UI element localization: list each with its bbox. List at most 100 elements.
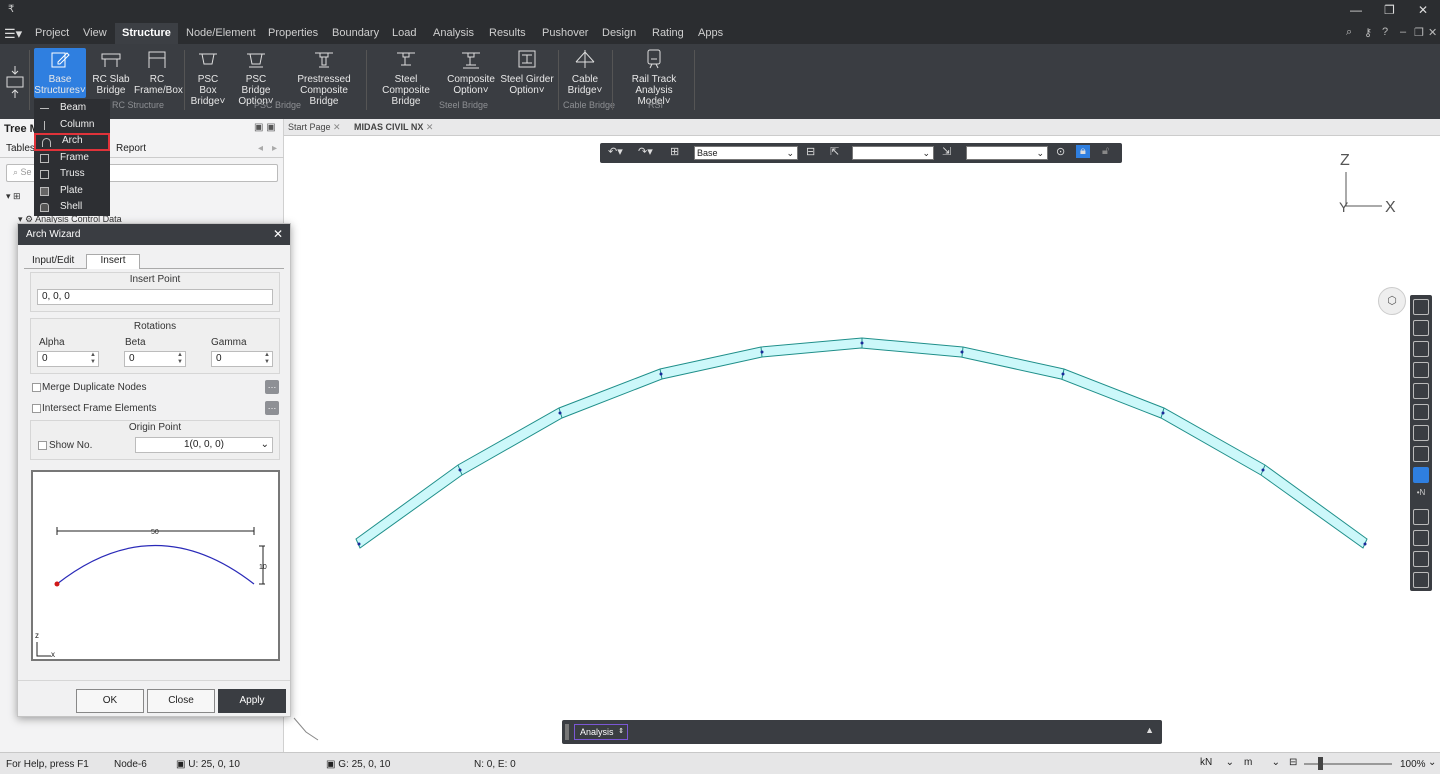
hamburger-menu-icon[interactable]: ☰▾ [4, 26, 22, 42]
select-polygon-icon[interactable] [1413, 320, 1429, 336]
help-icon[interactable]: ? [1382, 26, 1388, 38]
menu-properties[interactable]: Properties [261, 23, 325, 44]
intersect-frame-elements-checkbox[interactable] [32, 404, 41, 413]
ribbon-restore-icon[interactable]: ❐ [1414, 26, 1424, 39]
menu-design[interactable]: Design [595, 23, 643, 44]
select-plane-icon[interactable] [1413, 362, 1429, 378]
dropdown-item-beam[interactable]: Beam [34, 100, 110, 116]
tab-report[interactable]: Report [116, 143, 146, 154]
search-icon[interactable]: ⌕ [1346, 26, 1352, 39]
menu-view[interactable]: View [76, 23, 114, 44]
apply-button[interactable]: Apply [218, 689, 286, 713]
chevron-down-icon[interactable]: ⌄ [1428, 757, 1436, 768]
force-unit-select[interactable]: kN ⌄ [1196, 756, 1236, 772]
ribbon-close-icon[interactable]: ✕ [1428, 26, 1437, 39]
merge-options-button[interactable]: … [265, 380, 279, 394]
resize-handle-icon[interactable] [293, 717, 319, 741]
unselect-icon[interactable] [1413, 509, 1429, 525]
tab-scroll-right-icon[interactable]: ▸ [272, 143, 277, 154]
arch-members[interactable] [355, 337, 1368, 549]
select-volume-icon[interactable] [1413, 383, 1429, 399]
close-icon[interactable]: ✕ [273, 224, 283, 245]
tab-insert[interactable]: Insert [86, 254, 140, 269]
lock-icon[interactable]: 🔒︎ [1076, 145, 1090, 158]
dropdown-item-shell[interactable]: Shell [34, 199, 110, 215]
tab-midas-civil[interactable]: MIDAS CIVIL NX ✕ [354, 122, 433, 133]
hidden-icon[interactable] [1413, 530, 1429, 546]
analysis-mode-select[interactable]: Analysis ⇕ [574, 724, 628, 740]
close-button[interactable]: Close [147, 689, 215, 713]
select-previous-icon[interactable] [1413, 404, 1429, 420]
menu-load[interactable]: Load [385, 23, 423, 44]
restore-button[interactable]: ❐ [1384, 3, 1395, 17]
dropdown-item-frame[interactable]: Frame [34, 150, 110, 166]
tab-start-page[interactable]: Start Page ✕ [288, 122, 341, 133]
tree-root-item[interactable]: ▾ ⊞ [6, 191, 21, 202]
rc-frame-box-button[interactable]: RC Frame/Box [134, 48, 183, 96]
menu-results[interactable]: Results [482, 23, 533, 44]
select-all-icon[interactable] [1413, 425, 1429, 441]
tab-close-icon[interactable]: ✕ [333, 122, 341, 132]
cable-bridge-button[interactable]: Cable Bridge˅ [564, 48, 606, 96]
display-mode-icon[interactable] [1413, 467, 1429, 483]
model-viewport[interactable]: Z Y X ↶▾ ↷▾ ⊞ Base ⌄ ⊟ ⇱ ⌄ ⇲ ⌄ ⊙ 🔒︎ 🔓︎ ⬡ … [284, 136, 1440, 752]
monitor-icon[interactable] [1413, 551, 1429, 567]
quick-access-icon[interactable]: ₹ [8, 4, 14, 15]
rail-track-analysis-model-button[interactable]: Rail Track Analysis Model˅ [618, 48, 690, 107]
capture-icon[interactable] [1413, 572, 1429, 588]
close-window-button[interactable]: ✕ [1418, 3, 1428, 17]
menu-boundary[interactable]: Boundary [325, 23, 386, 44]
steel-girder-option-button[interactable]: Steel Girder Option˅ [500, 48, 554, 96]
panel-layout-icon[interactable]: ▣ ▣ [254, 122, 276, 133]
alpha-stepper[interactable]: 0 ▲ ▼ [37, 351, 99, 367]
dropdown-item-column[interactable]: Column [34, 117, 110, 133]
menu-node-element[interactable]: Node/Element [179, 23, 263, 44]
menu-analysis[interactable]: Analysis [426, 23, 481, 44]
menu-apps[interactable]: Apps [691, 23, 730, 44]
load-group-select[interactable]: ⌄ [966, 146, 1048, 160]
menu-structure[interactable]: Structure [115, 23, 178, 44]
spin-arrows-icon[interactable]: ▲ ▼ [177, 352, 183, 366]
length-unit-select[interactable]: m ⌄ [1240, 756, 1282, 772]
tab-input-edit[interactable]: Input/Edit [26, 255, 80, 266]
group-select[interactable]: ⌄ [852, 146, 934, 160]
menu-rating[interactable]: Rating [645, 23, 691, 44]
tab-scroll-left-icon[interactable]: ◂ [258, 143, 263, 154]
command-grip-icon[interactable] [565, 724, 569, 740]
boundary-select-icon[interactable]: ⇲ [942, 145, 951, 158]
tab-tables[interactable]: Tables [6, 143, 35, 154]
dropdown-item-truss[interactable]: Truss [34, 166, 110, 182]
ok-button[interactable]: OK [76, 689, 144, 713]
beta-stepper[interactable]: 0 ▲ ▼ [124, 351, 186, 367]
node-number-icon[interactable]: •N [1413, 488, 1429, 504]
select-pointer-icon[interactable]: ⇱ [830, 145, 839, 158]
prestressed-composite-bridge-button[interactable]: Prestressed Composite Bridge [286, 48, 362, 107]
origin-point-select[interactable]: 1(0, 0, 0) ⌄ [135, 437, 273, 453]
show-no-checkbox[interactable] [38, 441, 47, 450]
redo-icon[interactable]: ↷▾ [638, 145, 653, 158]
model-view-icon[interactable]: ⊞ [670, 145, 679, 158]
ribbon-minimize-icon[interactable]: – [1400, 26, 1406, 38]
spin-arrows-icon[interactable]: ▲ ▼ [264, 352, 270, 366]
zoom-icon[interactable]: ⊙ [1056, 145, 1065, 158]
insert-icon[interactable] [4, 64, 26, 100]
structure-group-icon[interactable]: ⊟ [806, 145, 815, 158]
tab-close-icon[interactable]: ✕ [426, 122, 434, 132]
select-element-icon[interactable] [1413, 446, 1429, 462]
psc-box-bridge-button[interactable]: PSC Box Bridge˅ [188, 48, 228, 107]
dropdown-item-arch[interactable]: Arch [34, 133, 110, 151]
insert-point-input[interactable]: 0, 0, 0 [37, 289, 273, 305]
display-icon[interactable]: ⊟ [1289, 757, 1297, 768]
composite-option-button[interactable]: Composite Option˅ [447, 48, 495, 96]
psc-bridge-option-button[interactable]: PSC Bridge Option˅ [231, 48, 281, 107]
select-window-icon[interactable] [1413, 299, 1429, 315]
intersect-options-button[interactable]: … [265, 401, 279, 415]
merge-duplicate-nodes-checkbox[interactable] [32, 383, 41, 392]
menu-project[interactable]: Project [28, 23, 76, 44]
base-select[interactable]: Base ⌄ [694, 146, 798, 160]
zoom-slider-handle[interactable] [1318, 757, 1323, 770]
base-structures-button[interactable]: Base Structures˅ [34, 48, 86, 98]
select-intersect-icon[interactable] [1413, 341, 1429, 357]
steel-composite-bridge-button[interactable]: Steel Composite Bridge [370, 48, 442, 107]
view-cube-icon[interactable]: ⬡ [1378, 287, 1406, 315]
